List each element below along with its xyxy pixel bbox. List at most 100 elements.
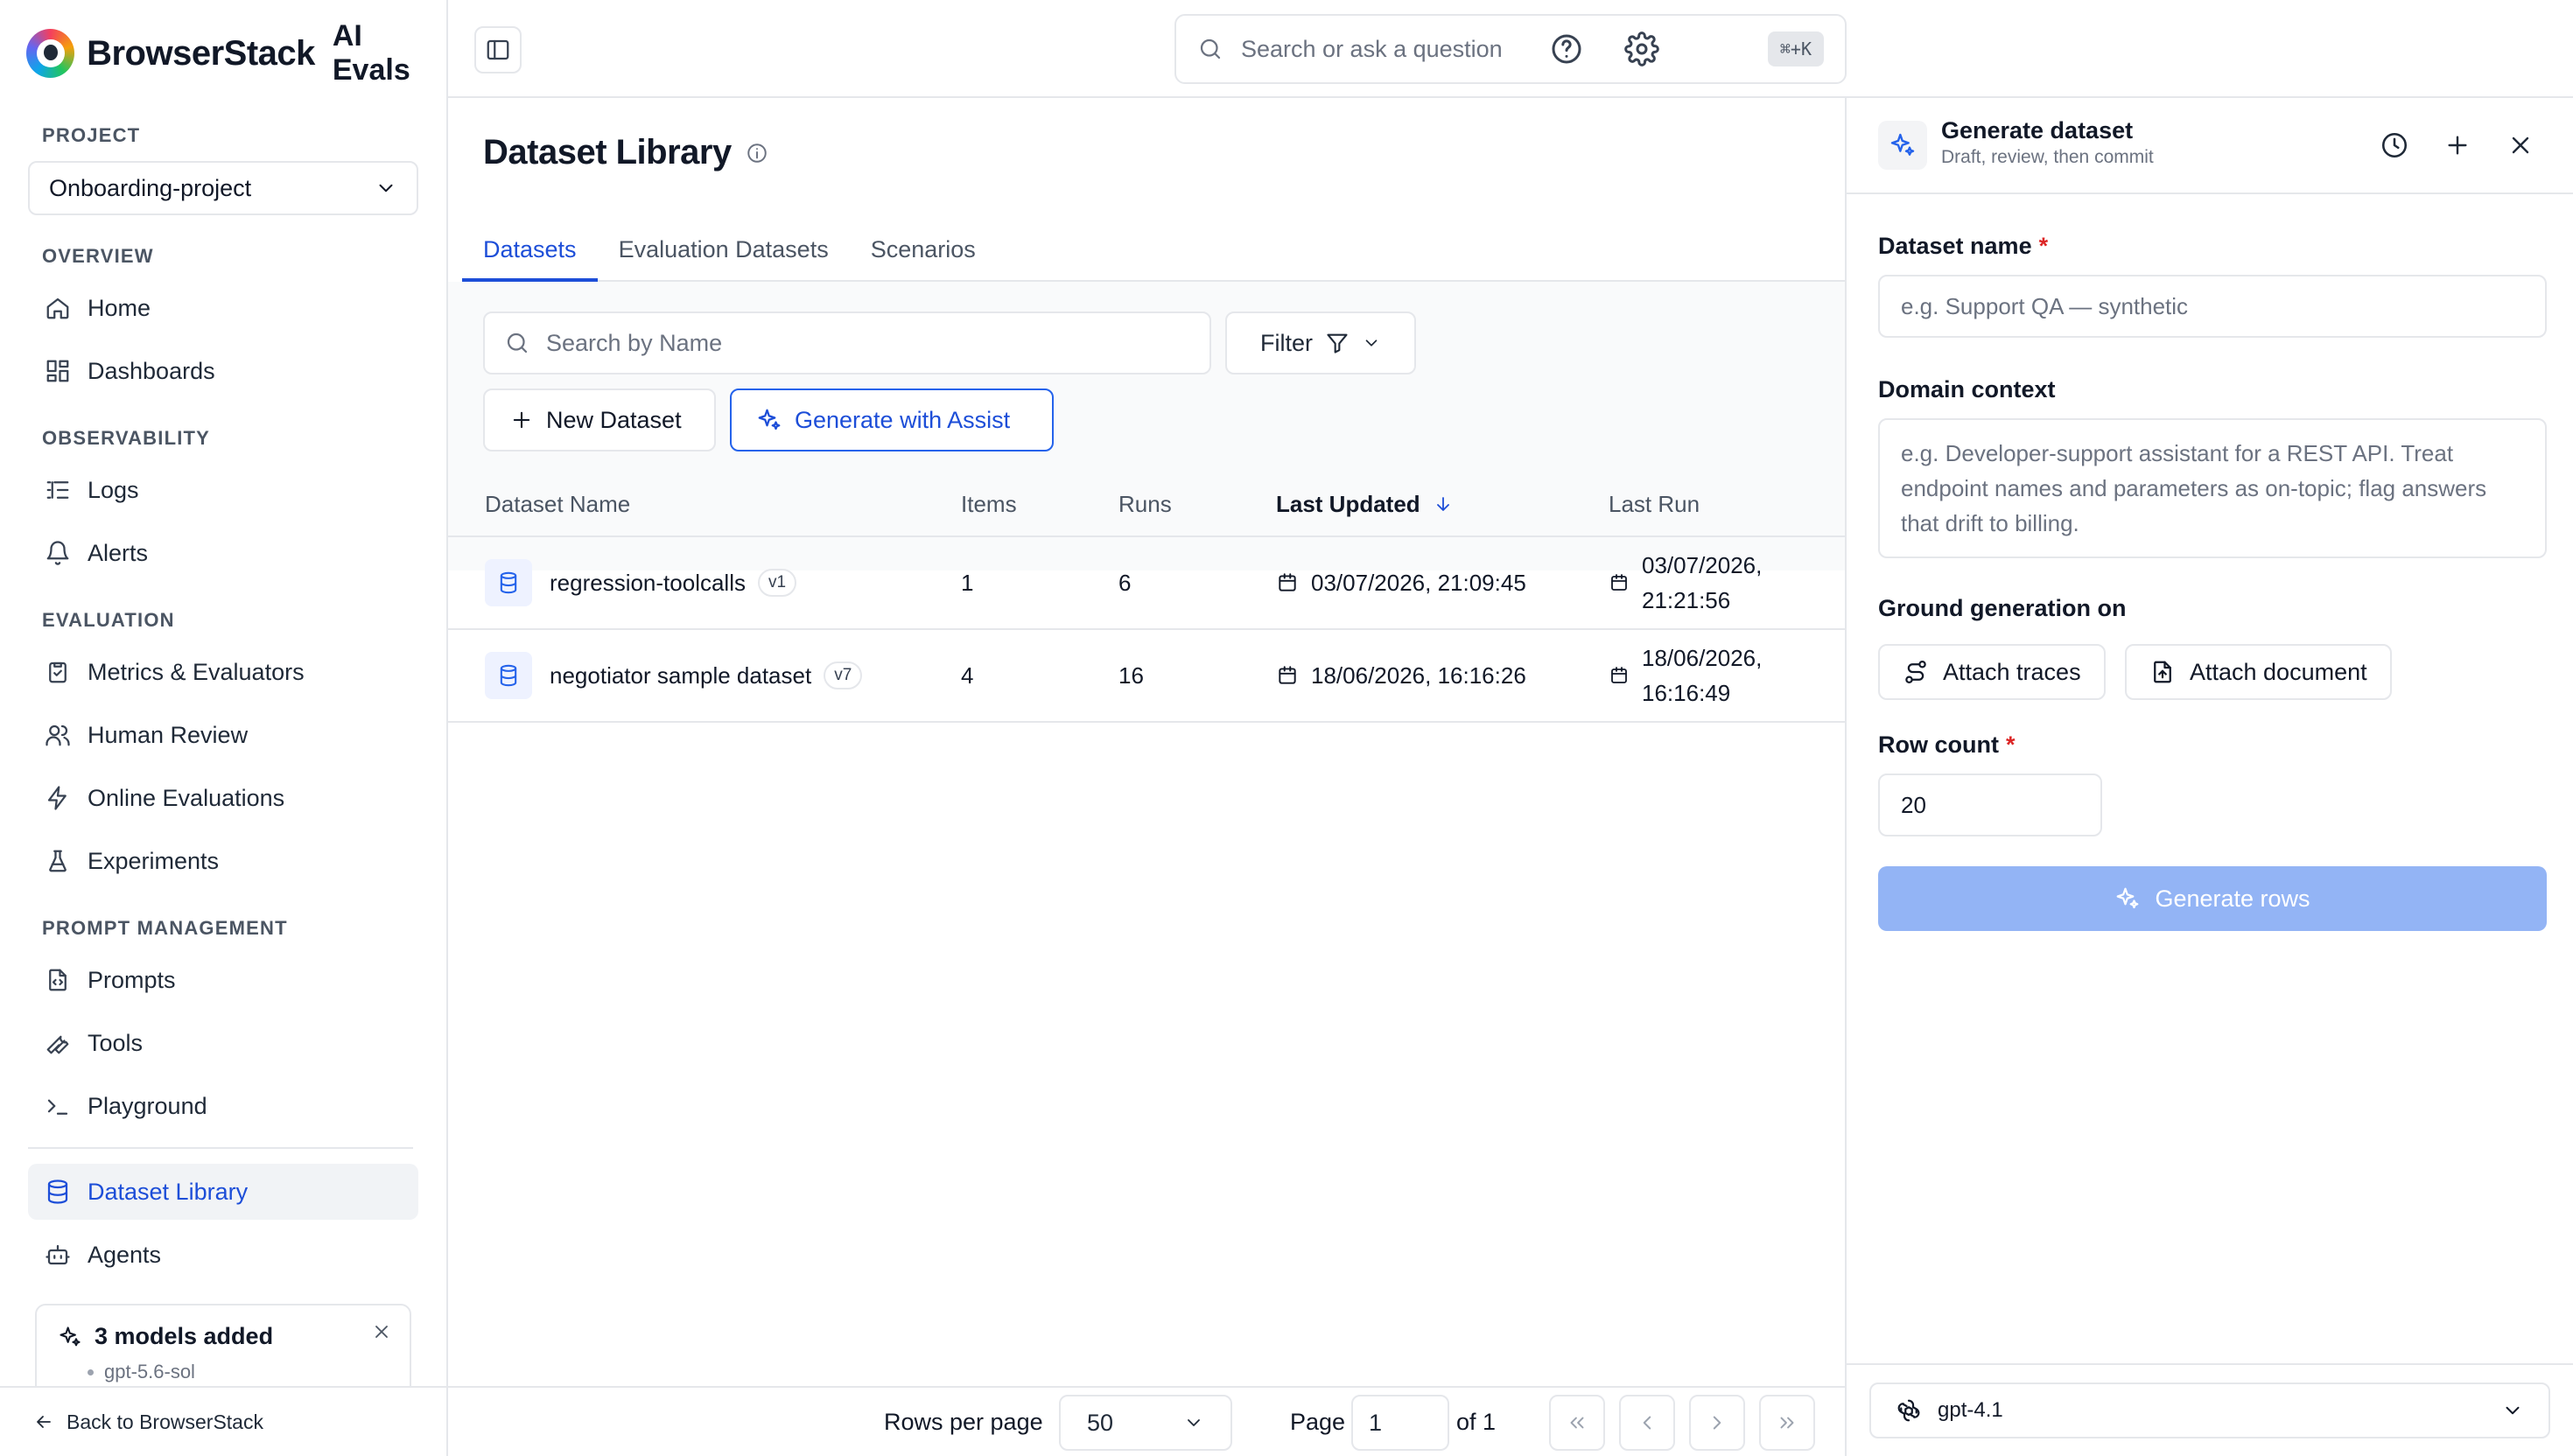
sidebar-item-dashboards[interactable]: Dashboards: [28, 343, 418, 399]
back-link-label: Back to BrowserStack: [67, 1410, 263, 1433]
col-runs[interactable]: Runs: [1118, 491, 1172, 518]
last-updated-cell: 03/07/2026, 21:09:45: [1276, 570, 1526, 597]
plus-icon[interactable]: [2438, 126, 2477, 164]
last-page-button[interactable]: [1759, 1395, 1815, 1451]
last-run-cell: 03/07/2026, 21:21:56: [1609, 548, 1762, 618]
generate-rows-button[interactable]: Generate rows: [1878, 866, 2547, 931]
sidebar-item-tools[interactable]: Tools: [28, 1015, 418, 1071]
tab-evaluation-datasets[interactable]: Evaluation Datasets: [598, 231, 850, 282]
sparkles-icon: [58, 1325, 82, 1349]
sidebar-item-human-review[interactable]: Human Review: [28, 707, 418, 763]
sidebar-item-label: Home: [88, 294, 151, 321]
filter-label: Filter: [1260, 329, 1313, 356]
project-select[interactable]: Onboarding-project: [28, 161, 418, 215]
dataset-tabs: Datasets Evaluation Datasets Scenarios: [462, 231, 1845, 282]
last-run-value: 03/07/2026, 21:21:56: [1642, 548, 1762, 618]
panel-header: Generate dataset Draft, review, then com…: [1847, 98, 2573, 194]
page-number-input[interactable]: 1: [1351, 1395, 1449, 1451]
tab-scenarios[interactable]: Scenarios: [850, 231, 997, 282]
first-page-button[interactable]: [1549, 1395, 1605, 1451]
sidebar-item-label: Logs: [88, 476, 139, 503]
table-row[interactable]: regression-toolcalls v1 1 6 03/07/2026, …: [448, 537, 1845, 630]
search-icon: [504, 330, 530, 356]
database-icon: [485, 559, 532, 606]
notice-title: 3 models added: [95, 1323, 274, 1349]
sidebar-item-experiments[interactable]: Experiments: [28, 833, 418, 889]
sidebar-item-online-evaluations[interactable]: Online Evaluations: [28, 770, 418, 826]
close-icon[interactable]: [2501, 126, 2540, 164]
rows-per-page-value: 50: [1087, 1409, 1114, 1436]
rows-per-page-select[interactable]: 50: [1059, 1395, 1232, 1451]
search-by-name-input[interactable]: Search by Name: [483, 312, 1211, 374]
sidebar-item-prompts[interactable]: Prompts: [28, 952, 418, 1008]
model-select[interactable]: gpt-4.1: [1869, 1382, 2550, 1438]
sidebar-item-label: Alerts: [88, 539, 149, 566]
filter-button[interactable]: Filter: [1225, 312, 1416, 374]
sidebar-item-agents[interactable]: Agents: [28, 1227, 418, 1283]
sidebar-item-dataset-library[interactable]: Dataset Library: [28, 1164, 418, 1220]
sidebar-item-playground[interactable]: Playground: [28, 1078, 418, 1134]
sidebar-item-home[interactable]: Home: [28, 280, 418, 336]
last-run-time: 21:21:56: [1642, 587, 1731, 613]
previous-page-button[interactable]: [1619, 1395, 1675, 1451]
close-icon[interactable]: [371, 1321, 392, 1342]
table-row[interactable]: negotiator sample dataset v7 4 16 18/06/…: [448, 630, 1845, 723]
dataset-name-input[interactable]: e.g. Support QA — synthetic: [1878, 275, 2547, 338]
sidebar-toggle-button[interactable]: [474, 26, 522, 74]
sidebar-item-metrics[interactable]: Metrics & Evaluators: [28, 644, 418, 700]
attach-traces-button[interactable]: Attach traces: [1878, 644, 2106, 700]
last-run-time: 16:16:49: [1642, 680, 1731, 706]
domain-context-textarea[interactable]: e.g. Developer-support assistant for a R…: [1878, 418, 2547, 558]
history-clock-icon[interactable]: [2375, 126, 2414, 164]
nav-divider: [28, 1147, 413, 1149]
settings-gear-icon[interactable]: [1623, 30, 1661, 68]
flask-icon: [44, 847, 72, 875]
pagination-bar: Rows per page 50 Page 1 of 1: [448, 1386, 1845, 1456]
sidebar-item-alerts[interactable]: Alerts: [28, 525, 418, 581]
brand-suffix: AI Evals: [332, 19, 410, 87]
new-dataset-button[interactable]: New Dataset: [483, 388, 716, 452]
attach-document-label: Attach document: [2190, 658, 2367, 685]
col-last-updated[interactable]: Last Updated: [1276, 491, 1454, 518]
global-search-placeholder: Search or ask a question: [1241, 35, 1503, 62]
sidebar-item-label: Dashboards: [88, 357, 215, 384]
row-count-input[interactable]: 20: [1878, 774, 2102, 836]
bell-icon: [44, 539, 72, 567]
tab-datasets[interactable]: Datasets: [462, 231, 598, 282]
shortcut-badge: ⌘+K: [1767, 32, 1824, 66]
chevron-down-icon: [1362, 333, 1381, 353]
brand-name: BrowserStack: [87, 33, 315, 73]
generate-dataset-panel: Generate dataset Draft, review, then com…: [1845, 98, 2573, 1456]
sidebar-item-label: Online Evaluations: [88, 784, 285, 811]
page-label: Page: [1290, 1409, 1346, 1435]
next-page-button[interactable]: [1689, 1395, 1745, 1451]
database-icon: [44, 1178, 72, 1206]
sidebar-item-label: Agents: [88, 1241, 162, 1268]
attach-document-button[interactable]: Attach document: [2125, 644, 2392, 700]
last-run-cell: 18/06/2026, 16:16:49: [1609, 640, 1762, 710]
chevrons-right-icon: [1776, 1411, 1798, 1434]
section-evaluation: EVALUATION: [42, 609, 175, 631]
col-items[interactable]: Items: [961, 491, 1017, 518]
panel-left-icon: [485, 37, 511, 63]
chevron-down-icon: [2501, 1399, 2524, 1422]
brand[interactable]: BrowserStack AI Evals: [26, 19, 446, 88]
row-count-label-text: Row count: [1878, 732, 1999, 758]
terminal-icon: [44, 1092, 72, 1120]
help-icon[interactable]: [1547, 30, 1586, 68]
runs-cell: 6: [1118, 569, 1132, 596]
col-dataset-name[interactable]: Dataset Name: [485, 491, 630, 518]
sidebar-item-label: Experiments: [88, 847, 220, 874]
sidebar-item-logs[interactable]: Logs: [28, 462, 418, 518]
arrow-down-icon: [1433, 494, 1454, 514]
sidebar-item-label: Metrics & Evaluators: [88, 658, 305, 685]
col-last-run[interactable]: Last Run: [1609, 491, 1700, 518]
last-run-date: 18/06/2026,: [1642, 645, 1763, 671]
generate-rows-label: Generate rows: [2155, 885, 2310, 912]
required-marker: *: [2005, 732, 2016, 758]
generate-with-assist-button[interactable]: Generate with Assist: [730, 388, 1054, 452]
global-search-input[interactable]: Search or ask a question ⌘+K: [1174, 14, 1847, 84]
page-title: Dataset Library: [483, 133, 768, 172]
info-icon[interactable]: [746, 142, 768, 164]
back-to-browserstack-link[interactable]: Back to BrowserStack: [0, 1386, 446, 1456]
